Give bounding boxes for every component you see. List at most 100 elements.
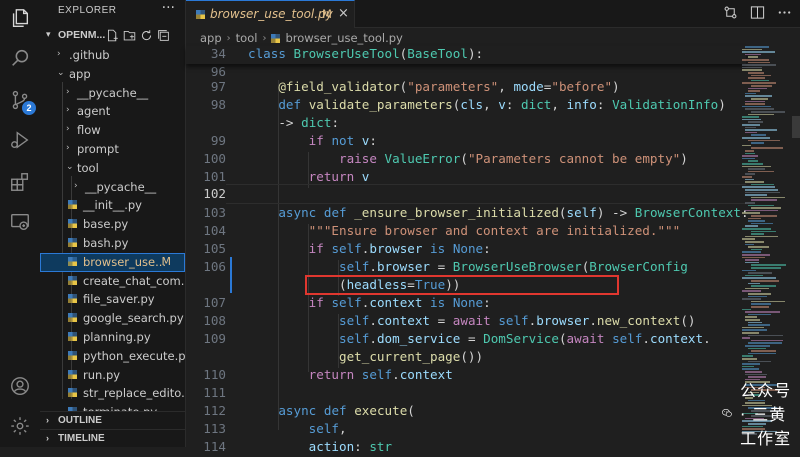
- watermark: 公众号 · 三黄工作室: [722, 381, 800, 448]
- tree-item-app-pycache[interactable]: › __pycache__: [40, 84, 185, 103]
- tree-item-flow[interactable]: › flow: [40, 121, 185, 140]
- code-line: 102: [203, 186, 226, 201]
- tab-label: browser_use_tool.py: [210, 7, 333, 21]
- new-folder-icon[interactable]: [123, 29, 136, 42]
- timeline-section-header[interactable]: › TIMELINE: [40, 429, 185, 447]
- workspace-root[interactable]: ▾ OPENM...: [40, 27, 185, 45]
- minimap-line: [751, 98, 769, 100]
- refresh-icon[interactable]: [140, 29, 153, 42]
- minimap-line: [751, 230, 776, 233]
- minimap-line: [745, 152, 755, 155]
- minimap-line: [751, 306, 769, 308]
- minimap-line: [745, 261, 760, 264]
- minimap-line: [751, 207, 781, 209]
- minimap-line: [745, 202, 756, 204]
- new-file-icon[interactable]: [106, 29, 119, 42]
- tree-item-agent[interactable]: › agent: [40, 102, 185, 121]
- settings-gear-icon[interactable]: [8, 414, 32, 438]
- minimap-line: [745, 131, 757, 134]
- minimap-line: [751, 196, 785, 199]
- explorer-more-icon[interactable]: ···: [162, 0, 175, 16]
- chevron-right-icon: ›: [226, 32, 231, 44]
- annotation-highlight-box: [305, 275, 619, 295]
- minimap-line: [742, 365, 755, 368]
- scrollbar-thumb[interactable]: [792, 116, 800, 138]
- tree-item-str-replace-editor-py[interactable]: str_replace_edito...: [40, 384, 185, 403]
- tree-item-python-execute-py[interactable]: python_execute.py: [40, 347, 185, 366]
- python-file-icon: [68, 237, 77, 247]
- activity-bar: 2: [0, 0, 41, 447]
- minimap-line: [745, 209, 778, 212]
- split-editor-icon[interactable]: [750, 5, 765, 20]
- minimap-line: [745, 46, 769, 48]
- minimap-line: [748, 160, 759, 162]
- breadcrumb-item[interactable]: tool: [236, 31, 258, 45]
- tree-item-init-py[interactable]: __init__.py: [40, 196, 185, 215]
- minimap-line: [742, 155, 759, 157]
- source-control-icon[interactable]: 2: [8, 88, 36, 115]
- code-line: 112 async def execute(: [203, 403, 415, 418]
- sticky-scroll-header[interactable]: 34 class BrowserUseTool(BaseTool):: [186, 46, 746, 64]
- tree-item-base-py[interactable]: base.py: [40, 215, 185, 234]
- tree-item-google-search-py[interactable]: google_search.py: [40, 309, 185, 328]
- more-actions-icon[interactable]: [777, 5, 792, 20]
- chevron-down-icon: ⌄: [66, 161, 74, 172]
- minimap-line: [751, 222, 774, 225]
- chevron-right-icon: ›: [46, 433, 49, 443]
- tree-item-tool[interactable]: ⌄ tool: [40, 159, 185, 178]
- minimap-line: [751, 199, 777, 201]
- minimap-line: [751, 142, 764, 144]
- minimap-line: [742, 228, 771, 230]
- breadcrumb: app › tool › browser_use_tool.py: [200, 30, 403, 46]
- open-changes-icon[interactable]: [723, 5, 738, 20]
- close-icon[interactable]: ×: [338, 6, 349, 21]
- minimap-line: [745, 103, 766, 105]
- minimap-line: [748, 217, 761, 220]
- code-line: 101 return v: [203, 169, 370, 184]
- tab-browser-use-tool-py[interactable]: browser_use_tool.py M ×: [186, 0, 355, 28]
- tree-item-prompt[interactable]: › prompt: [40, 140, 185, 159]
- extensions-icon[interactable]: [8, 170, 32, 194]
- outline-section-header[interactable]: › OUTLINE: [40, 411, 185, 430]
- minimap-line: [745, 243, 754, 246]
- tree-item-github[interactable]: › .github: [40, 46, 185, 65]
- files-icon[interactable]: [8, 6, 32, 30]
- tree-item-app[interactable]: ⌄ app: [40, 65, 185, 84]
- minimap-line: [742, 176, 752, 178]
- search-icon[interactable]: [8, 46, 32, 70]
- minimap-line: [748, 61, 770, 64]
- breadcrumb-item[interactable]: browser_use_tool.py: [285, 31, 402, 45]
- code-line: 107 if self.context is None:: [203, 295, 491, 310]
- tree-item-tool-pycache[interactable]: › __pycache__: [40, 178, 185, 197]
- minimap-line: [745, 235, 779, 238]
- python-file-icon: [68, 350, 77, 360]
- code-line: 103 async def _ensure_browser_initialize…: [203, 205, 748, 220]
- minimap-line: [745, 241, 765, 243]
- workspace-root-label: OPENM...: [58, 29, 106, 41]
- tree-item-bash-py[interactable]: bash.py: [40, 234, 185, 253]
- tree-item-run-py[interactable]: run.py: [40, 366, 185, 385]
- minimap-line: [745, 189, 779, 191]
- minimap-line: [748, 293, 771, 295]
- remote-explorer-icon[interactable]: [8, 210, 32, 234]
- code-line: 34 class BrowserUseTool(BaseTool):: [210, 46, 484, 61]
- account-icon[interactable]: [8, 374, 32, 398]
- collapse-all-icon[interactable]: [157, 29, 170, 42]
- run-debug-icon[interactable]: [8, 128, 32, 152]
- chevron-right-icon: ›: [66, 124, 70, 135]
- tree-item-browser-use-tool-py[interactable]: browser_use... M: [40, 252, 185, 272]
- tree-item-create-chat-completion-py[interactable]: create_chat_com...: [40, 272, 185, 291]
- python-file-icon: [68, 275, 77, 285]
- minimap-line: [751, 183, 774, 186]
- breadcrumb-item[interactable]: app: [200, 31, 222, 45]
- minimap-line: [748, 313, 772, 316]
- minimap-line: [745, 225, 759, 227]
- python-file-icon: [68, 313, 77, 323]
- tree-item-file-saver-py[interactable]: file_saver.py: [40, 290, 185, 309]
- minimap-line: [751, 248, 762, 251]
- minimap-line: [745, 316, 758, 318]
- chevron-right-icon: ›: [46, 415, 49, 425]
- code-line: 98 def validate_parameters(cls, v: dict,…: [210, 97, 726, 112]
- tree-item-planning-py[interactable]: planning.py: [40, 328, 185, 347]
- minimap-line: [748, 72, 764, 74]
